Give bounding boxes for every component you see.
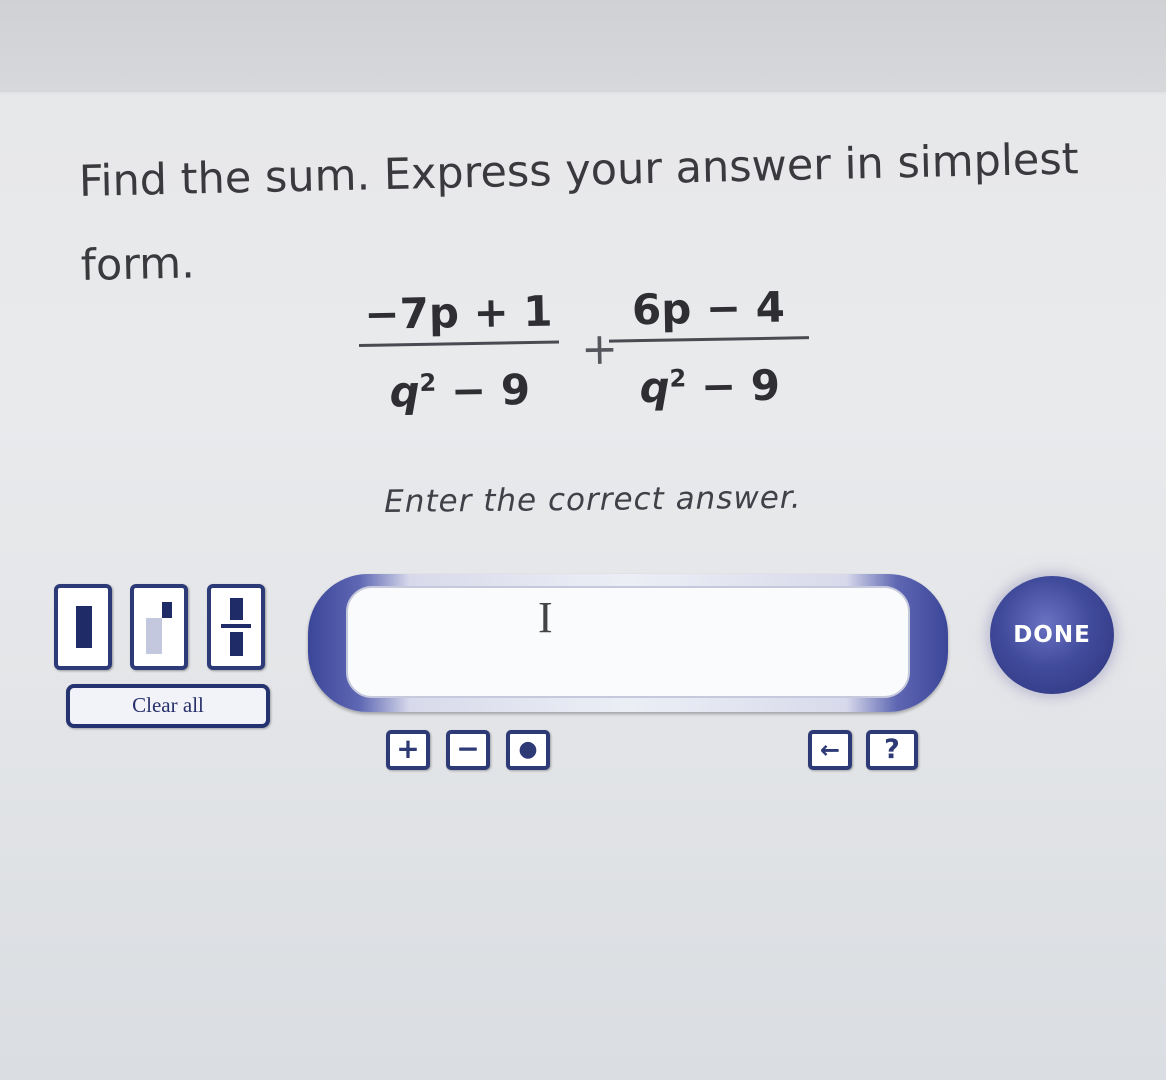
fraction-1-den-exponent: 2 xyxy=(419,368,437,397)
fraction-2-denominator: q2 − 9 xyxy=(609,339,810,412)
done-button[interactable]: DONE xyxy=(990,576,1114,694)
fraction-1-den-rest: − 9 xyxy=(435,365,531,416)
fraction-2-den-rest: − 9 xyxy=(685,360,781,412)
top-strip xyxy=(0,0,1166,92)
box-template-button[interactable] xyxy=(54,584,112,670)
fraction-2-numerator: 6p − 4 xyxy=(607,278,809,343)
fraction-1-numerator: −7p + 1 xyxy=(358,282,560,347)
dot-button[interactable]: ● xyxy=(506,730,550,770)
fraction-2-den-exponent: 2 xyxy=(669,364,687,393)
fraction-1-den-base: q xyxy=(389,366,421,417)
answer-input[interactable] xyxy=(346,586,910,698)
math-expression: −7p + 1 q2 − 9 + 6p − 4 q2 − 9 xyxy=(358,278,821,436)
help-button[interactable]: ? xyxy=(866,730,918,770)
fraction-1-denominator: q2 − 9 xyxy=(359,344,560,417)
box-template-icon xyxy=(76,606,92,648)
fraction-2-den-base: q xyxy=(639,362,671,413)
clear-all-button[interactable]: Clear all xyxy=(66,684,270,728)
text-cursor-icon: I xyxy=(538,593,553,642)
fraction-2: 6p − 4 q2 − 9 xyxy=(607,278,810,412)
minus-button[interactable]: − xyxy=(446,730,490,770)
fraction-template-button[interactable] xyxy=(207,584,265,670)
backspace-button[interactable]: ← xyxy=(808,730,852,770)
instruction-text: Enter the correct answer. xyxy=(384,479,802,520)
fraction-1: −7p + 1 q2 − 9 xyxy=(358,282,560,417)
question-text: Find the sum. Express your answer in sim… xyxy=(78,134,1080,291)
exponent-template-button[interactable] xyxy=(130,584,188,670)
plus-button[interactable]: + xyxy=(386,730,430,770)
